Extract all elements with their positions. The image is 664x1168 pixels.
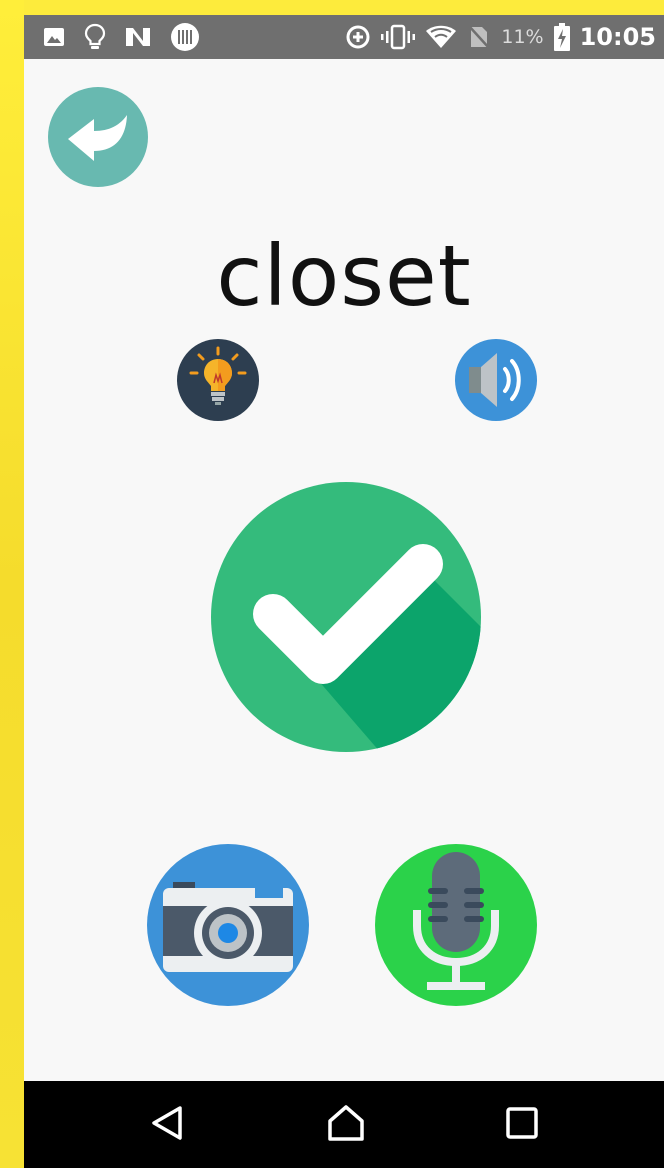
barcode-icon <box>171 23 199 51</box>
background-strip <box>0 0 24 1168</box>
lightbulb-icon <box>177 339 259 421</box>
status-right-icons: 11% 10:05 <box>345 15 656 59</box>
n-logo-icon <box>126 28 150 46</box>
nav-home-button[interactable] <box>326 1103 366 1147</box>
home-icon <box>328 1105 364 1141</box>
camera-button[interactable] <box>147 844 309 1006</box>
status-left-icons <box>42 15 200 59</box>
no-sim-icon <box>468 25 491 49</box>
back-triangle-icon <box>152 1106 182 1140</box>
back-button[interactable] <box>48 87 148 187</box>
battery-percent: 11% <box>501 26 544 48</box>
back-arrow-icon <box>48 87 148 187</box>
target-word: closet <box>216 227 472 325</box>
wifi-icon <box>426 25 457 48</box>
clock: 10:05 <box>579 23 656 51</box>
microphone-icon <box>375 844 537 1006</box>
main-screen: closet <box>24 59 664 1081</box>
nav-back-button[interactable] <box>148 1103 188 1147</box>
status-bar: 11% 10:05 <box>24 15 664 59</box>
lightbulb-outline-icon <box>84 23 106 49</box>
speaker-button[interactable] <box>455 339 537 421</box>
hint-button[interactable] <box>177 339 259 421</box>
speaker-icon <box>455 339 537 421</box>
nav-recents-button[interactable] <box>502 1103 542 1147</box>
checkmark-icon <box>211 482 481 752</box>
image-icon <box>44 28 64 46</box>
check-button[interactable] <box>211 482 481 752</box>
camera-icon <box>147 844 309 1006</box>
navigation-bar <box>24 1081 664 1168</box>
microphone-button[interactable] <box>375 844 537 1006</box>
battery-charging-icon <box>553 23 570 51</box>
data-saver-icon <box>346 25 370 49</box>
vibrate-icon <box>381 24 416 50</box>
recents-square-icon <box>506 1107 538 1139</box>
